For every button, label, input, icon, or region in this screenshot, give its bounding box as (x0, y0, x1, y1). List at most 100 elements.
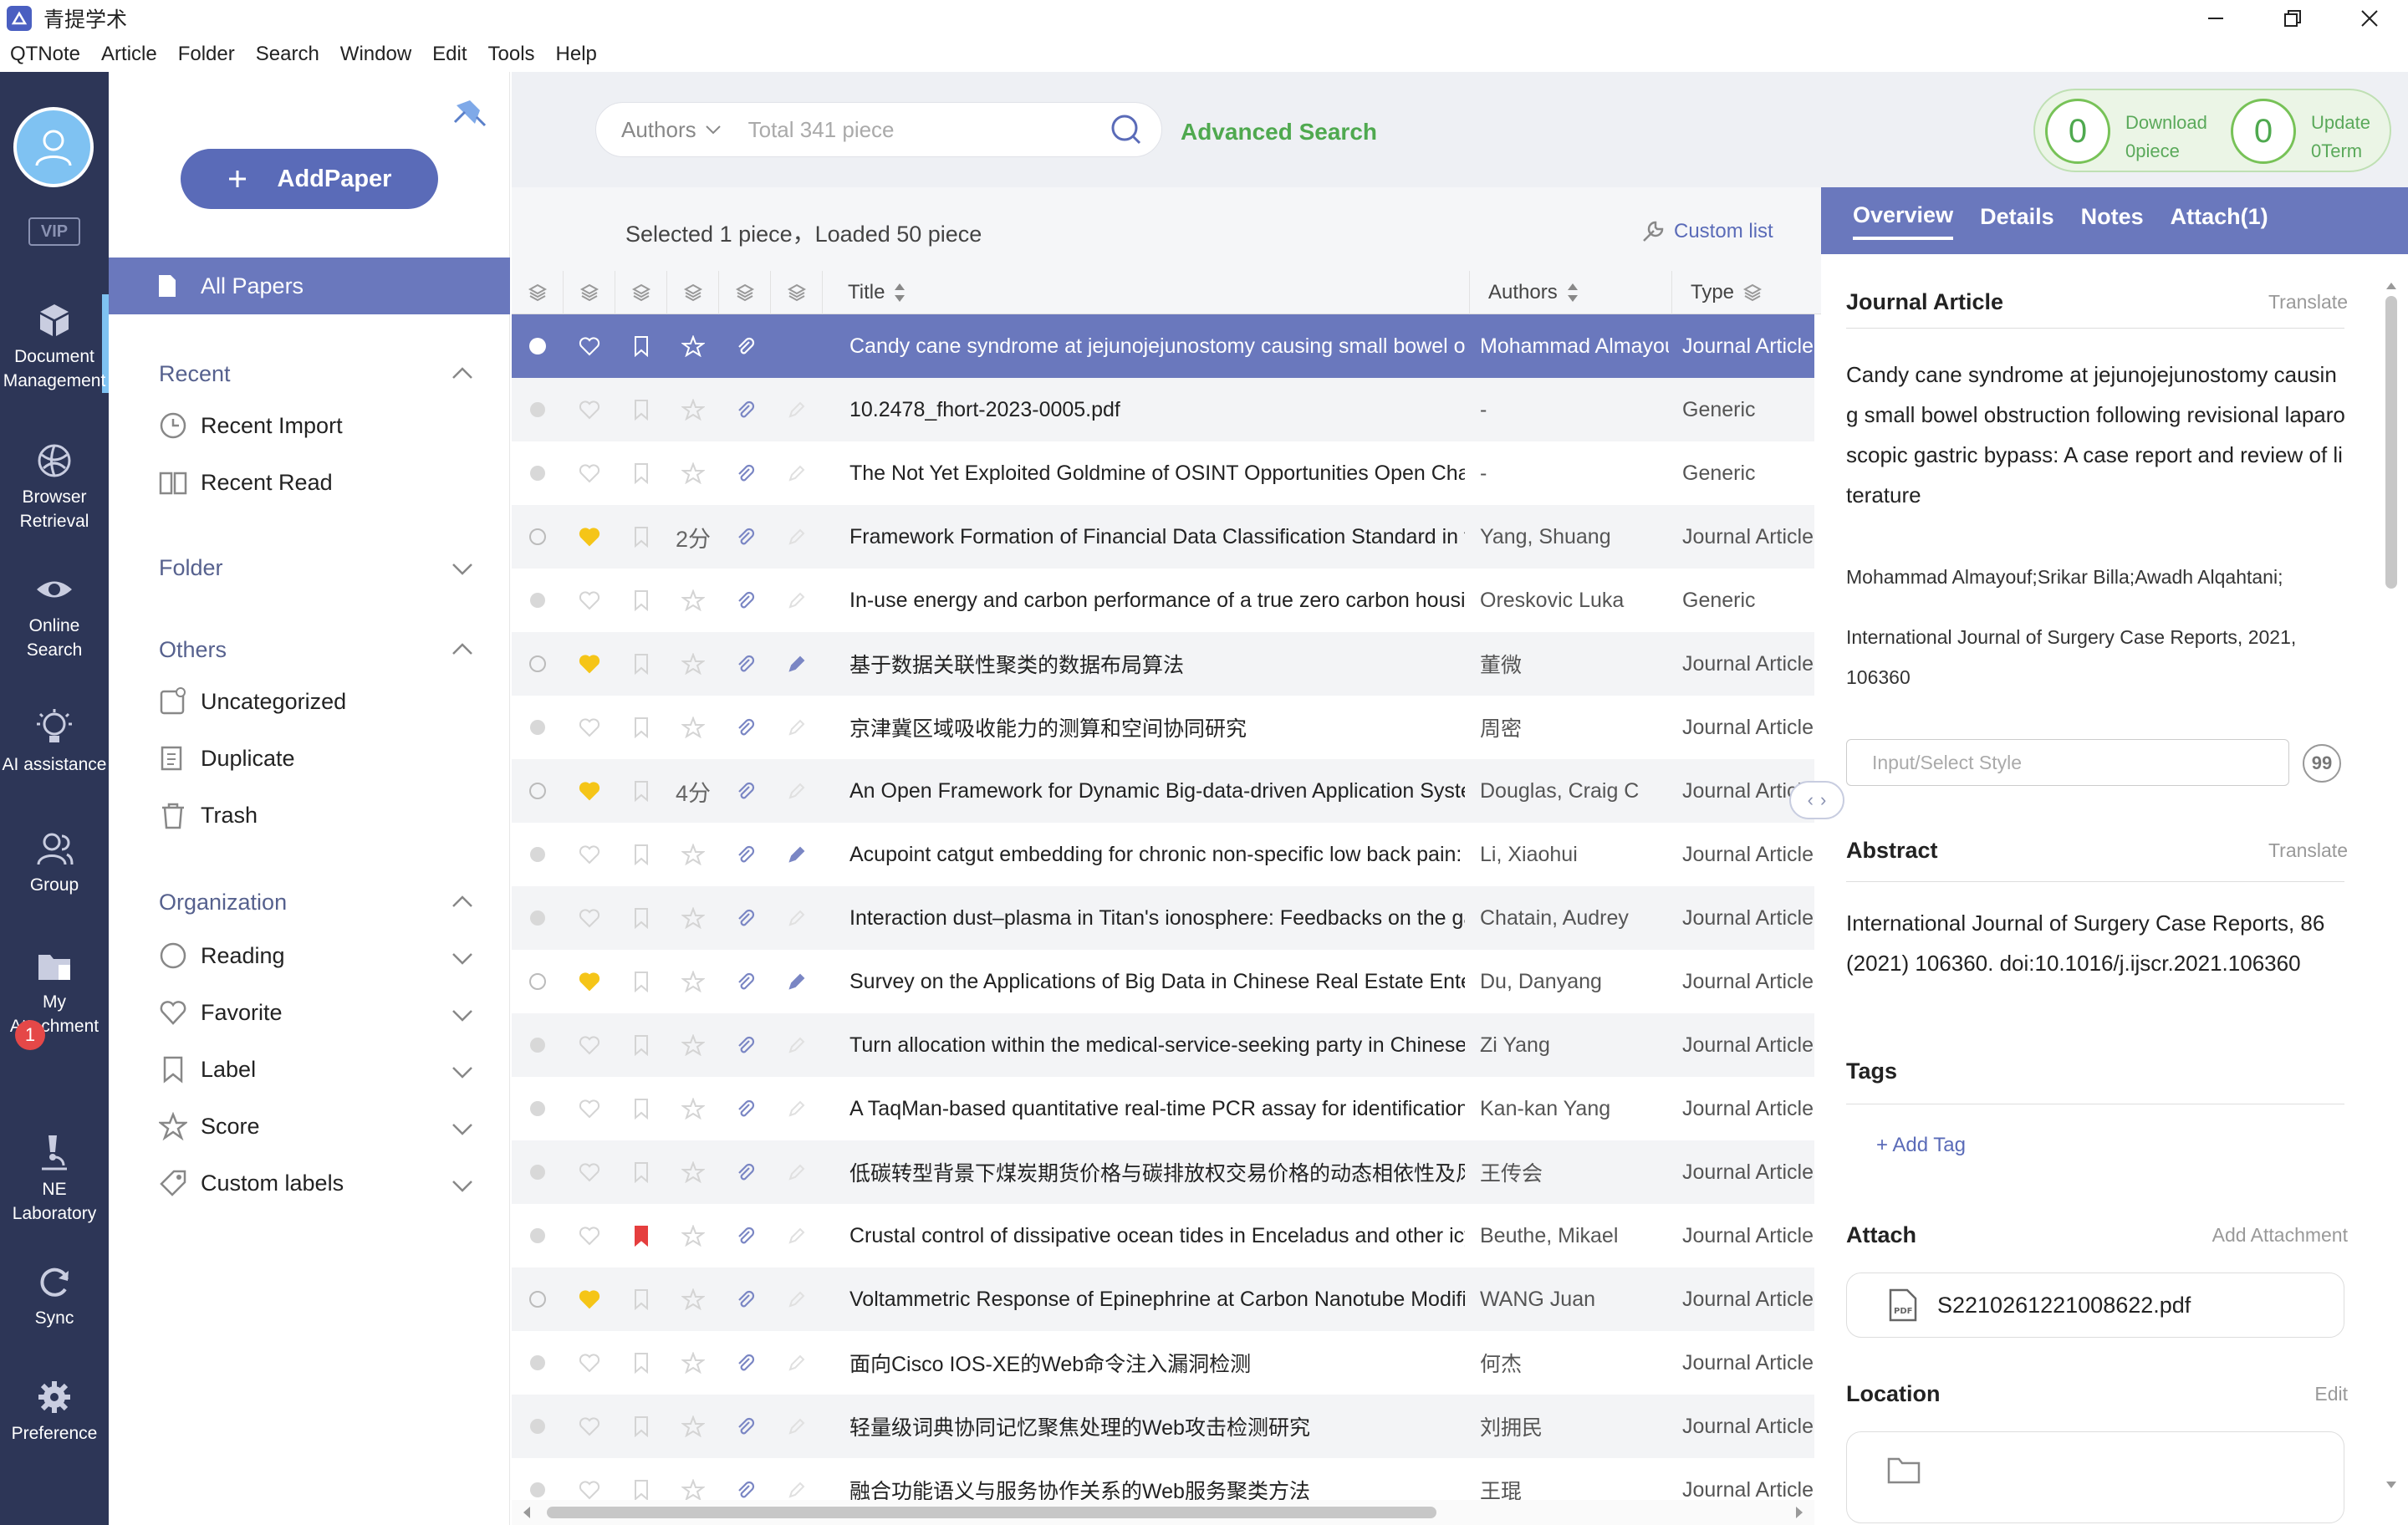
chevron-up-icon[interactable] (452, 640, 473, 657)
update-info[interactable]: Update 0Term (2311, 109, 2370, 166)
search-box[interactable]: Authors Total 341 piece (595, 102, 1162, 157)
nav-sync[interactable]: Sync (0, 1261, 109, 1330)
paperclip-icon[interactable] (719, 1204, 771, 1267)
menu-article[interactable]: Article (101, 43, 157, 66)
menu-search[interactable]: Search (256, 43, 319, 66)
read-status-icon[interactable] (512, 505, 564, 569)
heart-icon[interactable] (564, 1267, 615, 1331)
pencil-icon[interactable] (771, 1140, 823, 1204)
heart-icon[interactable] (564, 441, 615, 505)
bookmark-icon[interactable] (615, 1077, 667, 1140)
pencil-icon[interactable] (771, 1267, 823, 1331)
heart-icon[interactable] (564, 1140, 615, 1204)
tab-overview[interactable]: Overview (1853, 202, 1954, 240)
add-attachment-link[interactable]: Add Attachment (2212, 1224, 2348, 1247)
sidebar-item-custom-labels[interactable]: Custom labels (159, 1169, 344, 1197)
chevron-down-icon[interactable] (452, 1177, 473, 1194)
read-status-icon[interactable] (512, 1013, 564, 1077)
col-favorite-icon[interactable] (564, 271, 615, 314)
pencil-icon[interactable] (771, 1395, 823, 1458)
pencil-icon[interactable] (771, 759, 823, 823)
read-status-icon[interactable] (512, 569, 564, 632)
table-row[interactable]: 融合功能语义与服务协作关系的Web服务聚类方法 王琨 Journal Article (512, 1458, 1814, 1500)
paperclip-icon[interactable] (719, 1331, 771, 1395)
nav-browser-retrieval[interactable]: Browser Retrieval (0, 440, 109, 533)
table-row[interactable]: 面向Cisco IOS-XE的Web命令注入漏洞检测 何杰 Journal Arti… (512, 1331, 1814, 1395)
read-status-icon[interactable] (512, 1140, 564, 1204)
tab-notes[interactable]: Notes (2081, 204, 2144, 238)
paperclip-icon[interactable] (719, 1077, 771, 1140)
pencil-icon[interactable] (771, 505, 823, 569)
heart-icon[interactable] (564, 886, 615, 950)
read-status-icon[interactable] (512, 950, 564, 1013)
search-icon[interactable] (1110, 113, 1143, 146)
bookmark-icon[interactable] (615, 1267, 667, 1331)
table-row[interactable]: 京津冀区域吸收能力的测算和空间协同研究 周密 Journal Article (512, 696, 1814, 759)
vertical-scrollbar[interactable] (2383, 279, 2400, 1492)
table-row[interactable]: 基于数据关联性聚类的数据布局算法 董微 Journal Article (512, 632, 1814, 696)
bookmark-icon[interactable] (615, 441, 667, 505)
paperclip-icon[interactable] (719, 1140, 771, 1204)
table-row[interactable]: Turn allocation within the medical-servi… (512, 1013, 1814, 1077)
bookmark-icon[interactable] (615, 1395, 667, 1458)
table-row[interactable]: Interaction dust–plasma in Titan's ionos… (512, 886, 1814, 950)
quote-icon[interactable]: 99 (2303, 744, 2341, 783)
chevron-down-icon[interactable] (452, 950, 473, 967)
table-row[interactable]: In-use energy and carbon performance of … (512, 569, 1814, 632)
read-status-icon[interactable] (512, 823, 564, 886)
heart-icon[interactable] (564, 378, 615, 441)
paperclip-icon[interactable] (719, 823, 771, 886)
pencil-icon[interactable] (771, 1458, 823, 1500)
section-organization[interactable]: Organization (159, 890, 287, 916)
add-tag-button[interactable]: + Add Tag (1876, 1134, 1966, 1157)
bookmark-icon[interactable] (615, 1458, 667, 1500)
table-row[interactable]: 10.2478_fhort-2023-0005.pdf - Generic (512, 378, 1814, 441)
nav-document-management[interactable]: Document Management (0, 299, 109, 393)
menu-help[interactable]: Help (556, 43, 597, 66)
update-count[interactable]: 0 (2231, 99, 2296, 164)
paperclip-icon[interactable] (719, 1458, 771, 1500)
bookmark-icon[interactable] (615, 505, 667, 569)
read-status-icon[interactable] (512, 314, 564, 378)
paperclip-icon[interactable] (719, 1395, 771, 1458)
paperclip-icon[interactable] (719, 1013, 771, 1077)
table-row[interactable]: The Not Yet Exploited Goldmine of OSINT … (512, 441, 1814, 505)
paperclip-icon[interactable] (719, 1267, 771, 1331)
tab-details[interactable]: Details (1980, 204, 2054, 238)
star-icon[interactable] (667, 1458, 719, 1500)
scroll-up-icon[interactable] (2383, 279, 2400, 291)
pencil-icon[interactable] (771, 1077, 823, 1140)
star-icon[interactable]: 2分 (667, 505, 719, 569)
pencil-icon[interactable] (771, 441, 823, 505)
search-field-select[interactable]: Authors (621, 117, 722, 143)
section-folder[interactable]: Folder (159, 555, 223, 581)
paperclip-icon[interactable] (719, 441, 771, 505)
star-icon[interactable] (667, 1013, 719, 1077)
paperclip-icon[interactable] (719, 759, 771, 823)
pencil-icon[interactable] (771, 1204, 823, 1267)
menu-folder[interactable]: Folder (178, 43, 235, 66)
table-row[interactable]: 2分 Framework Formation of Financial Data … (512, 505, 1814, 569)
location-edit-link[interactable]: Edit (2314, 1383, 2348, 1405)
table-row[interactable]: 轻量级词典协同记忆聚焦处理的Web攻击检测研究 刘拥民 Journal Articl… (512, 1395, 1814, 1458)
heart-icon[interactable] (564, 1458, 615, 1500)
menu-tools[interactable]: Tools (488, 43, 535, 66)
table-row[interactable]: Crustal control of dissipative ocean tid… (512, 1204, 1814, 1267)
star-icon[interactable] (667, 1267, 719, 1331)
star-icon[interactable] (667, 823, 719, 886)
read-status-icon[interactable] (512, 1331, 564, 1395)
star-icon[interactable] (667, 1077, 719, 1140)
bookmark-icon[interactable] (615, 759, 667, 823)
chevron-up-icon[interactable] (452, 365, 473, 381)
download-info[interactable]: Download 0piece (2125, 109, 2207, 166)
panel-collapse-toggle[interactable]: ‹ › (1789, 781, 1844, 819)
minimize-button[interactable] (2177, 0, 2254, 37)
read-status-icon[interactable] (512, 1458, 564, 1500)
nav-preference[interactable]: Preference (0, 1376, 109, 1446)
pencil-icon[interactable] (771, 696, 823, 759)
bookmark-icon[interactable] (615, 823, 667, 886)
advanced-search-link[interactable]: Advanced Search (1181, 119, 1377, 145)
sidebar-item-score[interactable]: Score (159, 1112, 260, 1140)
table-row[interactable]: 低碳转型背景下煤炭期货价格与碳排放权交易价格的动态相依性及风险 王传会 Journa… (512, 1140, 1814, 1204)
bookmark-icon[interactable] (615, 569, 667, 632)
